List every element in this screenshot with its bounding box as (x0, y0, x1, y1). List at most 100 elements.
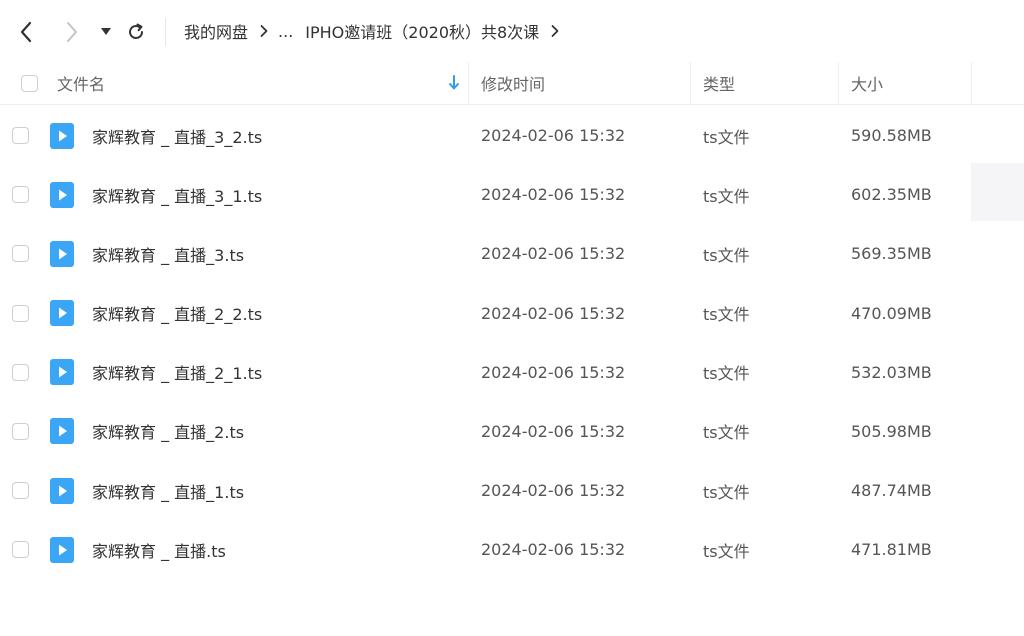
file-icon-cell (50, 106, 74, 165)
row-checkbox-cell (12, 520, 29, 579)
file-manager-window: 我的网盘 ... IPHO邀请班（2020秋）共8次课 文件名 修改时间 类型 (0, 0, 1024, 636)
forward-button[interactable] (60, 18, 84, 46)
refresh-icon (129, 23, 143, 39)
file-type: ts文件 (703, 482, 750, 502)
breadcrumb-current[interactable]: IPHO邀请班（2020秋）共8次课 (305, 19, 539, 43)
file-name[interactable]: 家辉教育 _ 直播.ts (92, 520, 226, 579)
file-modified: 2024-02-06 15:32 (481, 362, 626, 382)
row-checkbox-cell (12, 165, 29, 224)
file-modified: 2024-02-06 15:32 (481, 540, 626, 560)
video-file-icon (50, 240, 74, 267)
file-size: 590.58MB (851, 126, 932, 145)
refresh-button[interactable] (124, 18, 148, 46)
toolbar: 我的网盘 ... IPHO邀请班（2020秋）共8次课 (0, 0, 1024, 62)
file-modified: 2024-02-06 15:32 (481, 303, 626, 323)
video-file-icon (50, 122, 74, 149)
row-checkbox-cell (12, 106, 29, 165)
back-button[interactable] (14, 18, 38, 46)
column-header-modified[interactable]: 修改时间 (481, 62, 545, 104)
history-dropdown-button[interactable] (96, 18, 116, 46)
row-checkbox-cell (12, 224, 29, 283)
column-header-size[interactable]: 大小 (851, 62, 883, 104)
file-type: ts文件 (703, 127, 750, 147)
row-checkbox[interactable] (12, 541, 29, 559)
file-type: ts文件 (703, 186, 750, 206)
table-row[interactable]: 家辉教育 _ 直播_1.ts 2024-02-06 15:32 ts文件 487… (0, 461, 1024, 520)
column-divider[interactable] (838, 62, 839, 104)
row-checkbox[interactable] (12, 363, 29, 381)
file-modified: 2024-02-06 15:32 (481, 244, 626, 264)
table-row[interactable]: 家辉教育 _ 直播_2_2.ts 2024-02-06 15:32 ts文件 4… (0, 284, 1024, 343)
video-file-icon (50, 181, 74, 208)
file-size: 470.09MB (851, 303, 932, 323)
table-row[interactable]: 家辉教育 _ 直播_3.ts 2024-02-06 15:32 ts文件 569… (0, 224, 1024, 283)
file-icon-cell (50, 402, 74, 461)
table-row[interactable]: 家辉教育 _ 直播.ts 2024-02-06 15:32 ts文件 471.8… (0, 520, 1024, 579)
file-type: ts文件 (703, 423, 750, 443)
file-type: ts文件 (703, 245, 750, 265)
chevron-left-icon (20, 21, 32, 43)
select-all-cell (21, 62, 38, 104)
file-name[interactable]: 家辉教育 _ 直播_2.ts (92, 402, 244, 461)
video-file-icon (50, 477, 74, 504)
row-checkbox[interactable] (12, 245, 29, 263)
column-divider[interactable] (971, 62, 972, 104)
sort-down-arrow-icon[interactable] (448, 75, 460, 95)
file-modified: 2024-02-06 15:32 (481, 126, 626, 145)
breadcrumb-separator-icon (260, 24, 268, 38)
file-size: 487.74MB (851, 481, 932, 501)
file-icon-cell (50, 343, 74, 402)
table-header: 文件名 修改时间 类型 大小 (0, 62, 1024, 105)
file-size: 532.03MB (851, 362, 932, 382)
table-row[interactable]: 家辉教育 _ 直播_2.ts 2024-02-06 15:32 ts文件 505… (0, 402, 1024, 461)
row-checkbox[interactable] (12, 304, 29, 322)
caret-down-icon (101, 28, 111, 35)
file-size: 505.98MB (851, 421, 932, 441)
column-divider[interactable] (690, 62, 691, 104)
file-icon-cell (50, 284, 74, 343)
row-checkbox[interactable] (12, 422, 29, 440)
file-name[interactable]: 家辉教育 _ 直播_3_1.ts (92, 165, 262, 224)
column-header-name[interactable]: 文件名 (57, 62, 105, 104)
file-icon-cell (50, 520, 74, 579)
table-row[interactable]: 家辉教育 _ 直播_3_1.ts 2024-02-06 15:32 ts文件 6… (0, 165, 1024, 224)
breadcrumb-root[interactable]: 我的网盘 (184, 19, 248, 43)
file-size: 569.35MB (851, 244, 932, 264)
column-divider[interactable] (468, 62, 469, 104)
file-type: ts文件 (703, 541, 750, 561)
file-name[interactable]: 家辉教育 _ 直播_1.ts (92, 461, 244, 520)
file-list: 家辉教育 _ 直播_3_2.ts 2024-02-06 15:32 ts文件 5… (0, 106, 1024, 580)
file-icon-cell (50, 165, 74, 224)
video-file-icon (50, 300, 74, 327)
file-modified: 2024-02-06 15:32 (481, 481, 626, 501)
file-modified: 2024-02-06 15:32 (481, 185, 626, 205)
video-file-icon (50, 359, 74, 386)
table-row[interactable]: 家辉教育 _ 直播_2_1.ts 2024-02-06 15:32 ts文件 5… (0, 343, 1024, 402)
file-icon-cell (50, 461, 74, 520)
breadcrumb-separator-icon (551, 24, 559, 38)
file-name[interactable]: 家辉教育 _ 直播_3.ts (92, 224, 244, 283)
file-name[interactable]: 家辉教育 _ 直播_2_2.ts (92, 284, 262, 343)
file-type: ts文件 (703, 364, 750, 384)
row-checkbox-cell (12, 284, 29, 343)
video-file-icon (50, 418, 74, 445)
video-file-icon (50, 536, 74, 563)
row-checkbox-cell (12, 402, 29, 461)
row-checkbox[interactable] (12, 482, 29, 500)
row-checkbox-cell (12, 343, 29, 402)
breadcrumb-ellipsis[interactable]: ... (278, 22, 293, 41)
file-size: 602.35MB (851, 185, 932, 205)
row-checkbox[interactable] (12, 186, 29, 204)
file-size: 471.81MB (851, 540, 932, 560)
file-type: ts文件 (703, 305, 750, 325)
chevron-right-icon (67, 22, 77, 42)
file-icon-cell (50, 224, 74, 283)
file-name[interactable]: 家辉教育 _ 直播_3_2.ts (92, 106, 262, 165)
table-row[interactable]: 家辉教育 _ 直播_3_2.ts 2024-02-06 15:32 ts文件 5… (0, 106, 1024, 165)
file-name[interactable]: 家辉教育 _ 直播_2_1.ts (92, 343, 262, 402)
breadcrumb: 我的网盘 ... IPHO邀请班（2020秋）共8次课 (184, 19, 569, 43)
file-modified: 2024-02-06 15:32 (481, 421, 626, 441)
row-checkbox[interactable] (12, 127, 29, 144)
select-all-checkbox[interactable] (21, 74, 38, 92)
column-header-type[interactable]: 类型 (703, 62, 735, 104)
